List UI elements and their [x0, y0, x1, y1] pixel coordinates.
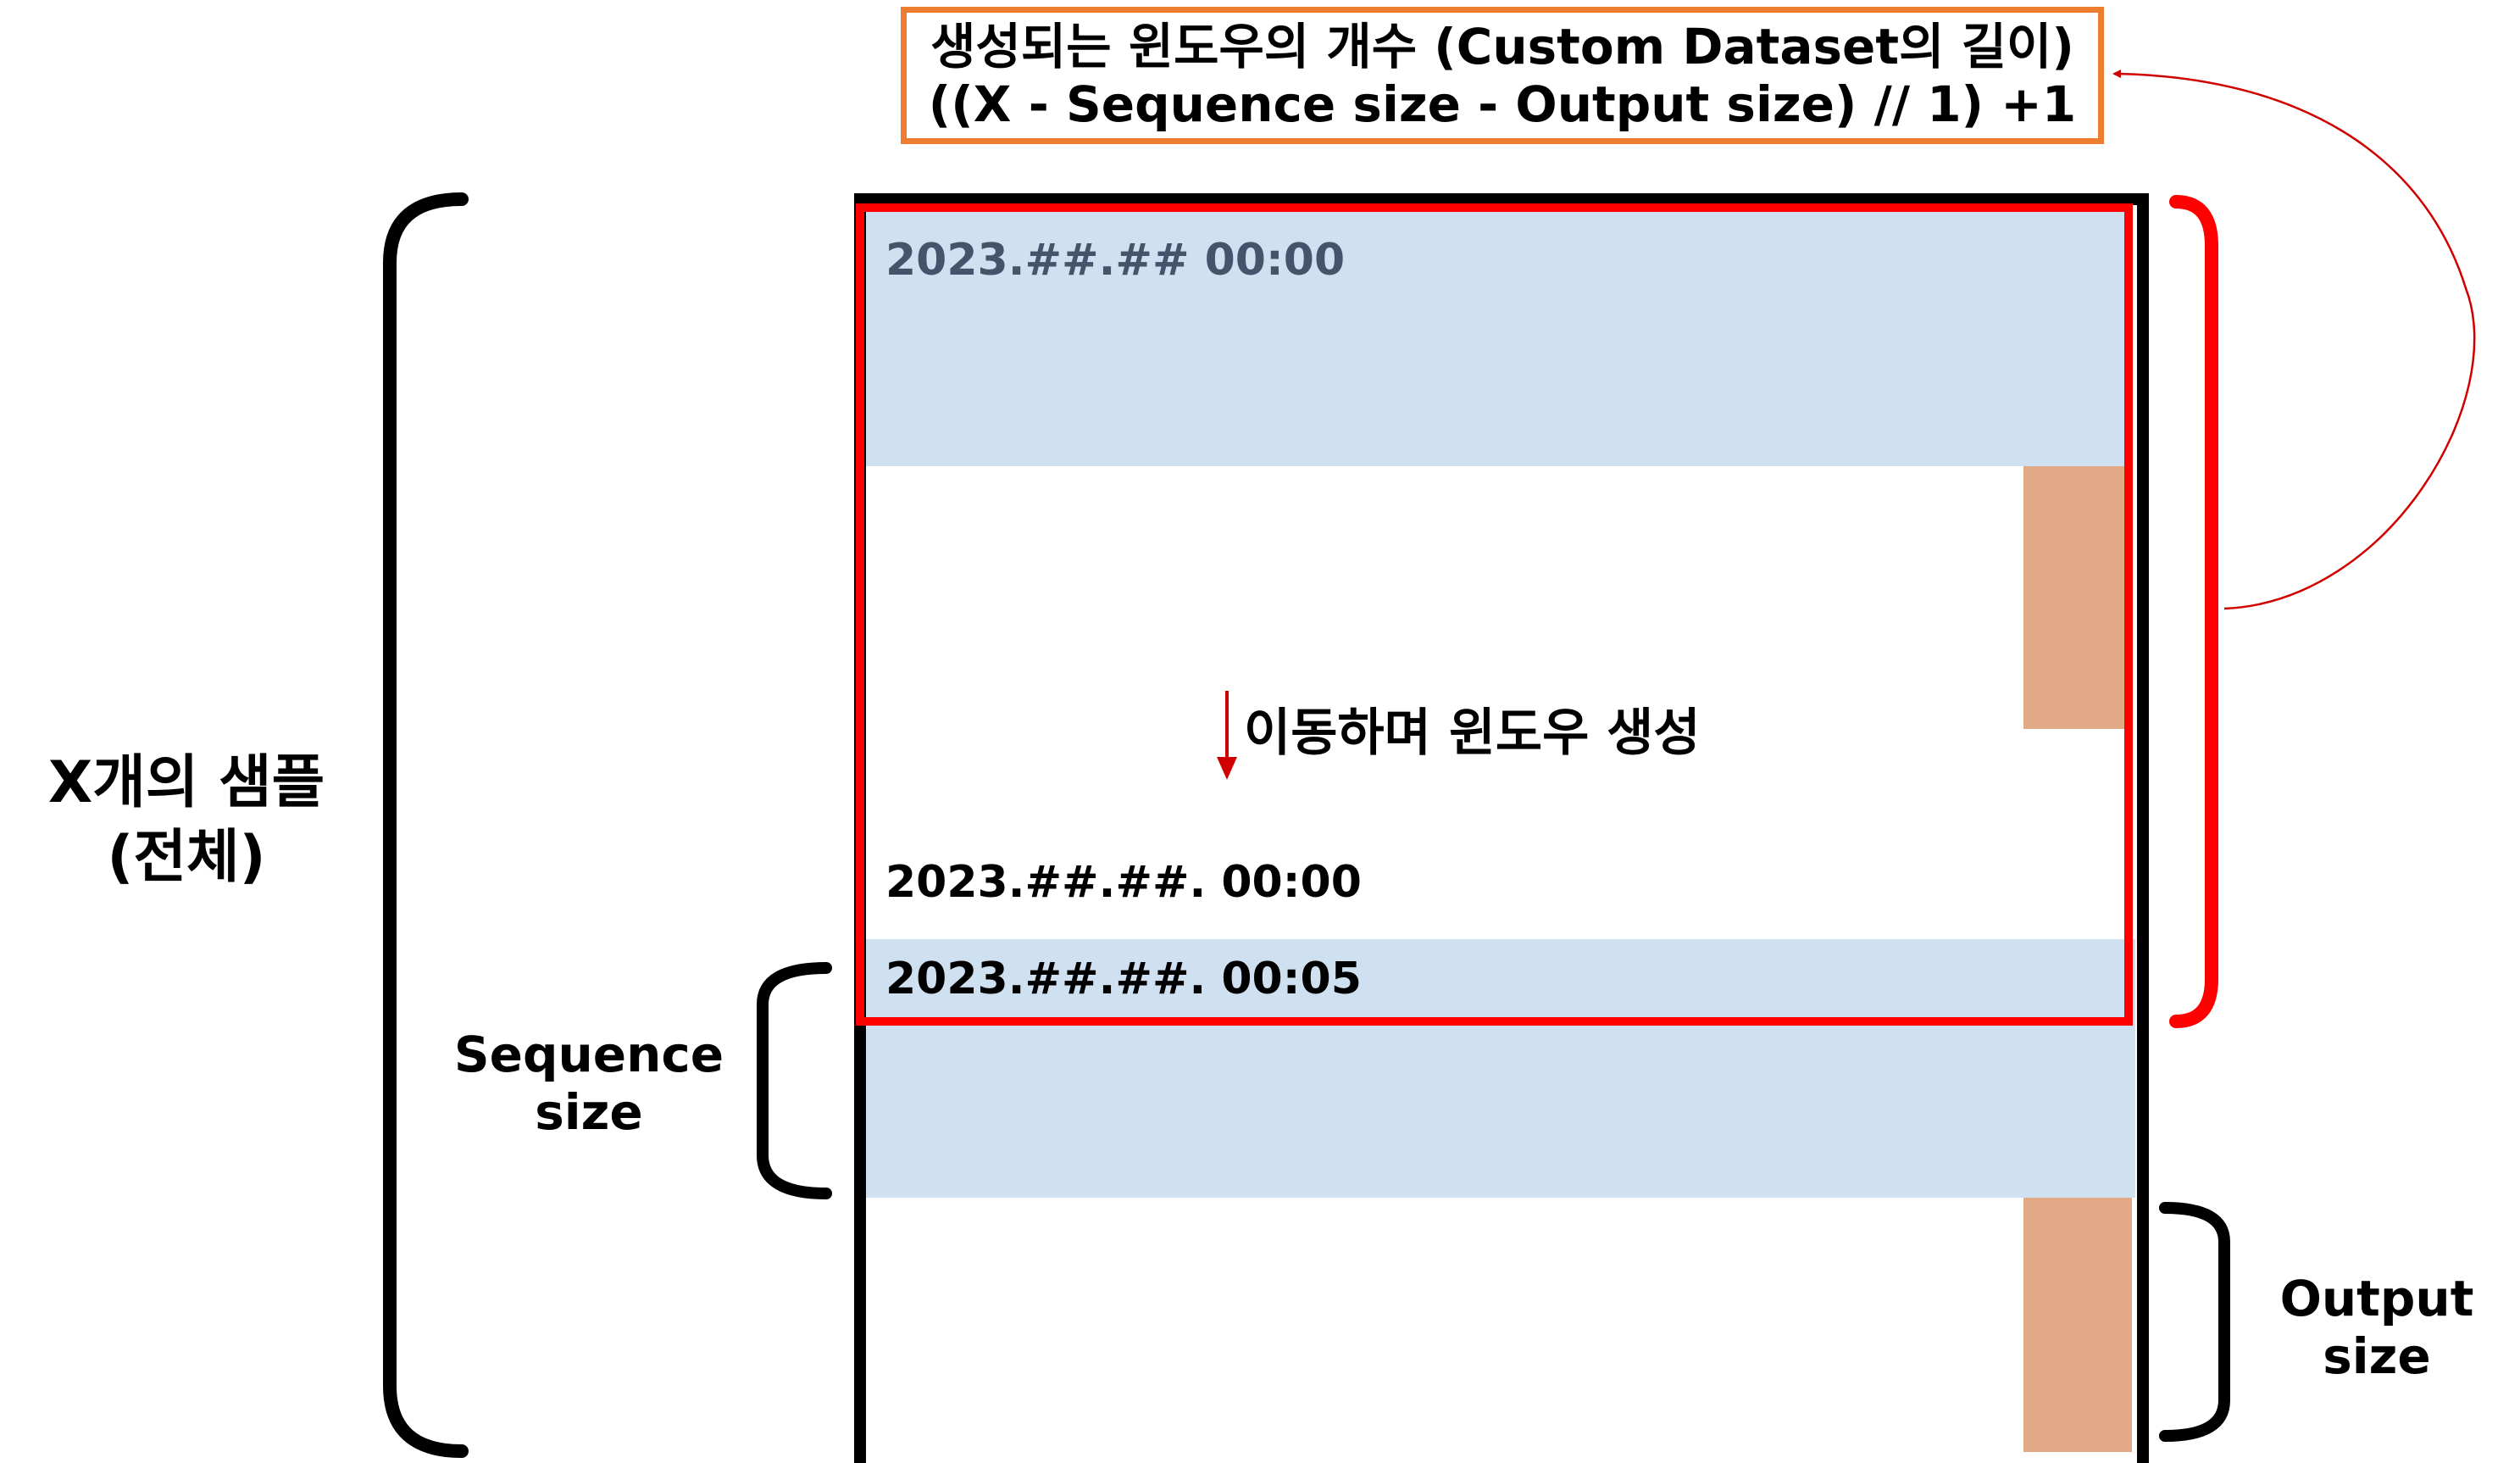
first-window-timestamp: 2023.##.## 00:00 — [885, 235, 1346, 286]
total-samples-bracket — [383, 192, 469, 1458]
total-samples-label: X개의 샘플 (전체) — [17, 746, 356, 895]
last-window-output-band — [2023, 1198, 2132, 1452]
output-size-line1: Output — [2279, 1270, 2474, 1327]
move-window-label: 이동하며 윈도우 생성 — [1244, 704, 1701, 763]
last-window-timestamp: 2023.##.##. 00:05 — [885, 954, 1362, 1004]
window-count-formula-box: 생성되는 윈도우의 개수 (Custom Dataset의 길이) ((X - … — [901, 7, 2104, 144]
total-samples-line2: (전체) — [107, 824, 266, 891]
sequence-size-line1: Sequence — [453, 1026, 724, 1083]
formula-connector-arrow — [2112, 70, 2476, 610]
total-samples-line1: X개의 샘플 — [47, 749, 325, 816]
sequence-size-label: Sequence size — [449, 1026, 729, 1141]
output-size-label: Output size — [2254, 1270, 2500, 1385]
output-size-bracket — [2159, 1202, 2230, 1442]
first-window-output-band — [2023, 466, 2129, 729]
window-bracket — [2169, 195, 2218, 1028]
output-size-line2: size — [2323, 1327, 2431, 1385]
formula-title: 생성되는 윈도우의 개수 (Custom Dataset의 길이) — [930, 18, 2074, 75]
middle-timestamp: 2023.##.##. 00:00 — [885, 857, 1362, 908]
move-down-arrow-head — [1217, 757, 1237, 780]
sequence-size-bracket — [757, 962, 832, 1199]
formula-expression: ((X - Sequence size - Output size) // 1)… — [928, 75, 2077, 133]
sequence-size-line2: size — [535, 1083, 643, 1141]
